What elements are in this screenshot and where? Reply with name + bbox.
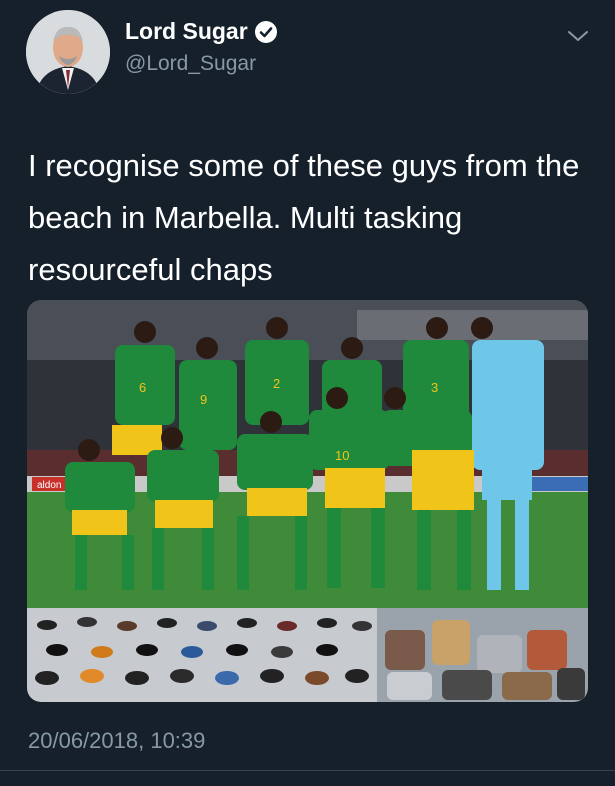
display-name-row[interactable]: Lord Sugar: [125, 18, 278, 45]
user-handle[interactable]: @Lord_Sugar: [125, 52, 256, 76]
media-image: aldon 6 9 2 3 10: [27, 300, 588, 702]
avatar[interactable]: [26, 10, 110, 94]
jersey-number: 3: [431, 380, 438, 395]
chevron-down-icon[interactable]: [566, 27, 590, 45]
jersey-number: 2: [273, 376, 280, 391]
divider: [0, 770, 615, 771]
tweet-text: I recognise some of these guys from the …: [28, 148, 580, 287]
display-name[interactable]: Lord Sugar: [125, 18, 248, 45]
jersey-number: 9: [200, 392, 207, 407]
jersey-number: 10: [335, 448, 349, 463]
tweet-media[interactable]: aldon 6 9 2 3 10: [27, 300, 588, 702]
ad-board-text: aldon: [37, 480, 61, 491]
avatar-photo: [26, 10, 110, 94]
tweet-timestamp[interactable]: 20/06/2018, 10:39: [28, 728, 205, 754]
jersey-number: 6: [139, 380, 146, 395]
verified-badge-icon: [254, 20, 277, 43]
